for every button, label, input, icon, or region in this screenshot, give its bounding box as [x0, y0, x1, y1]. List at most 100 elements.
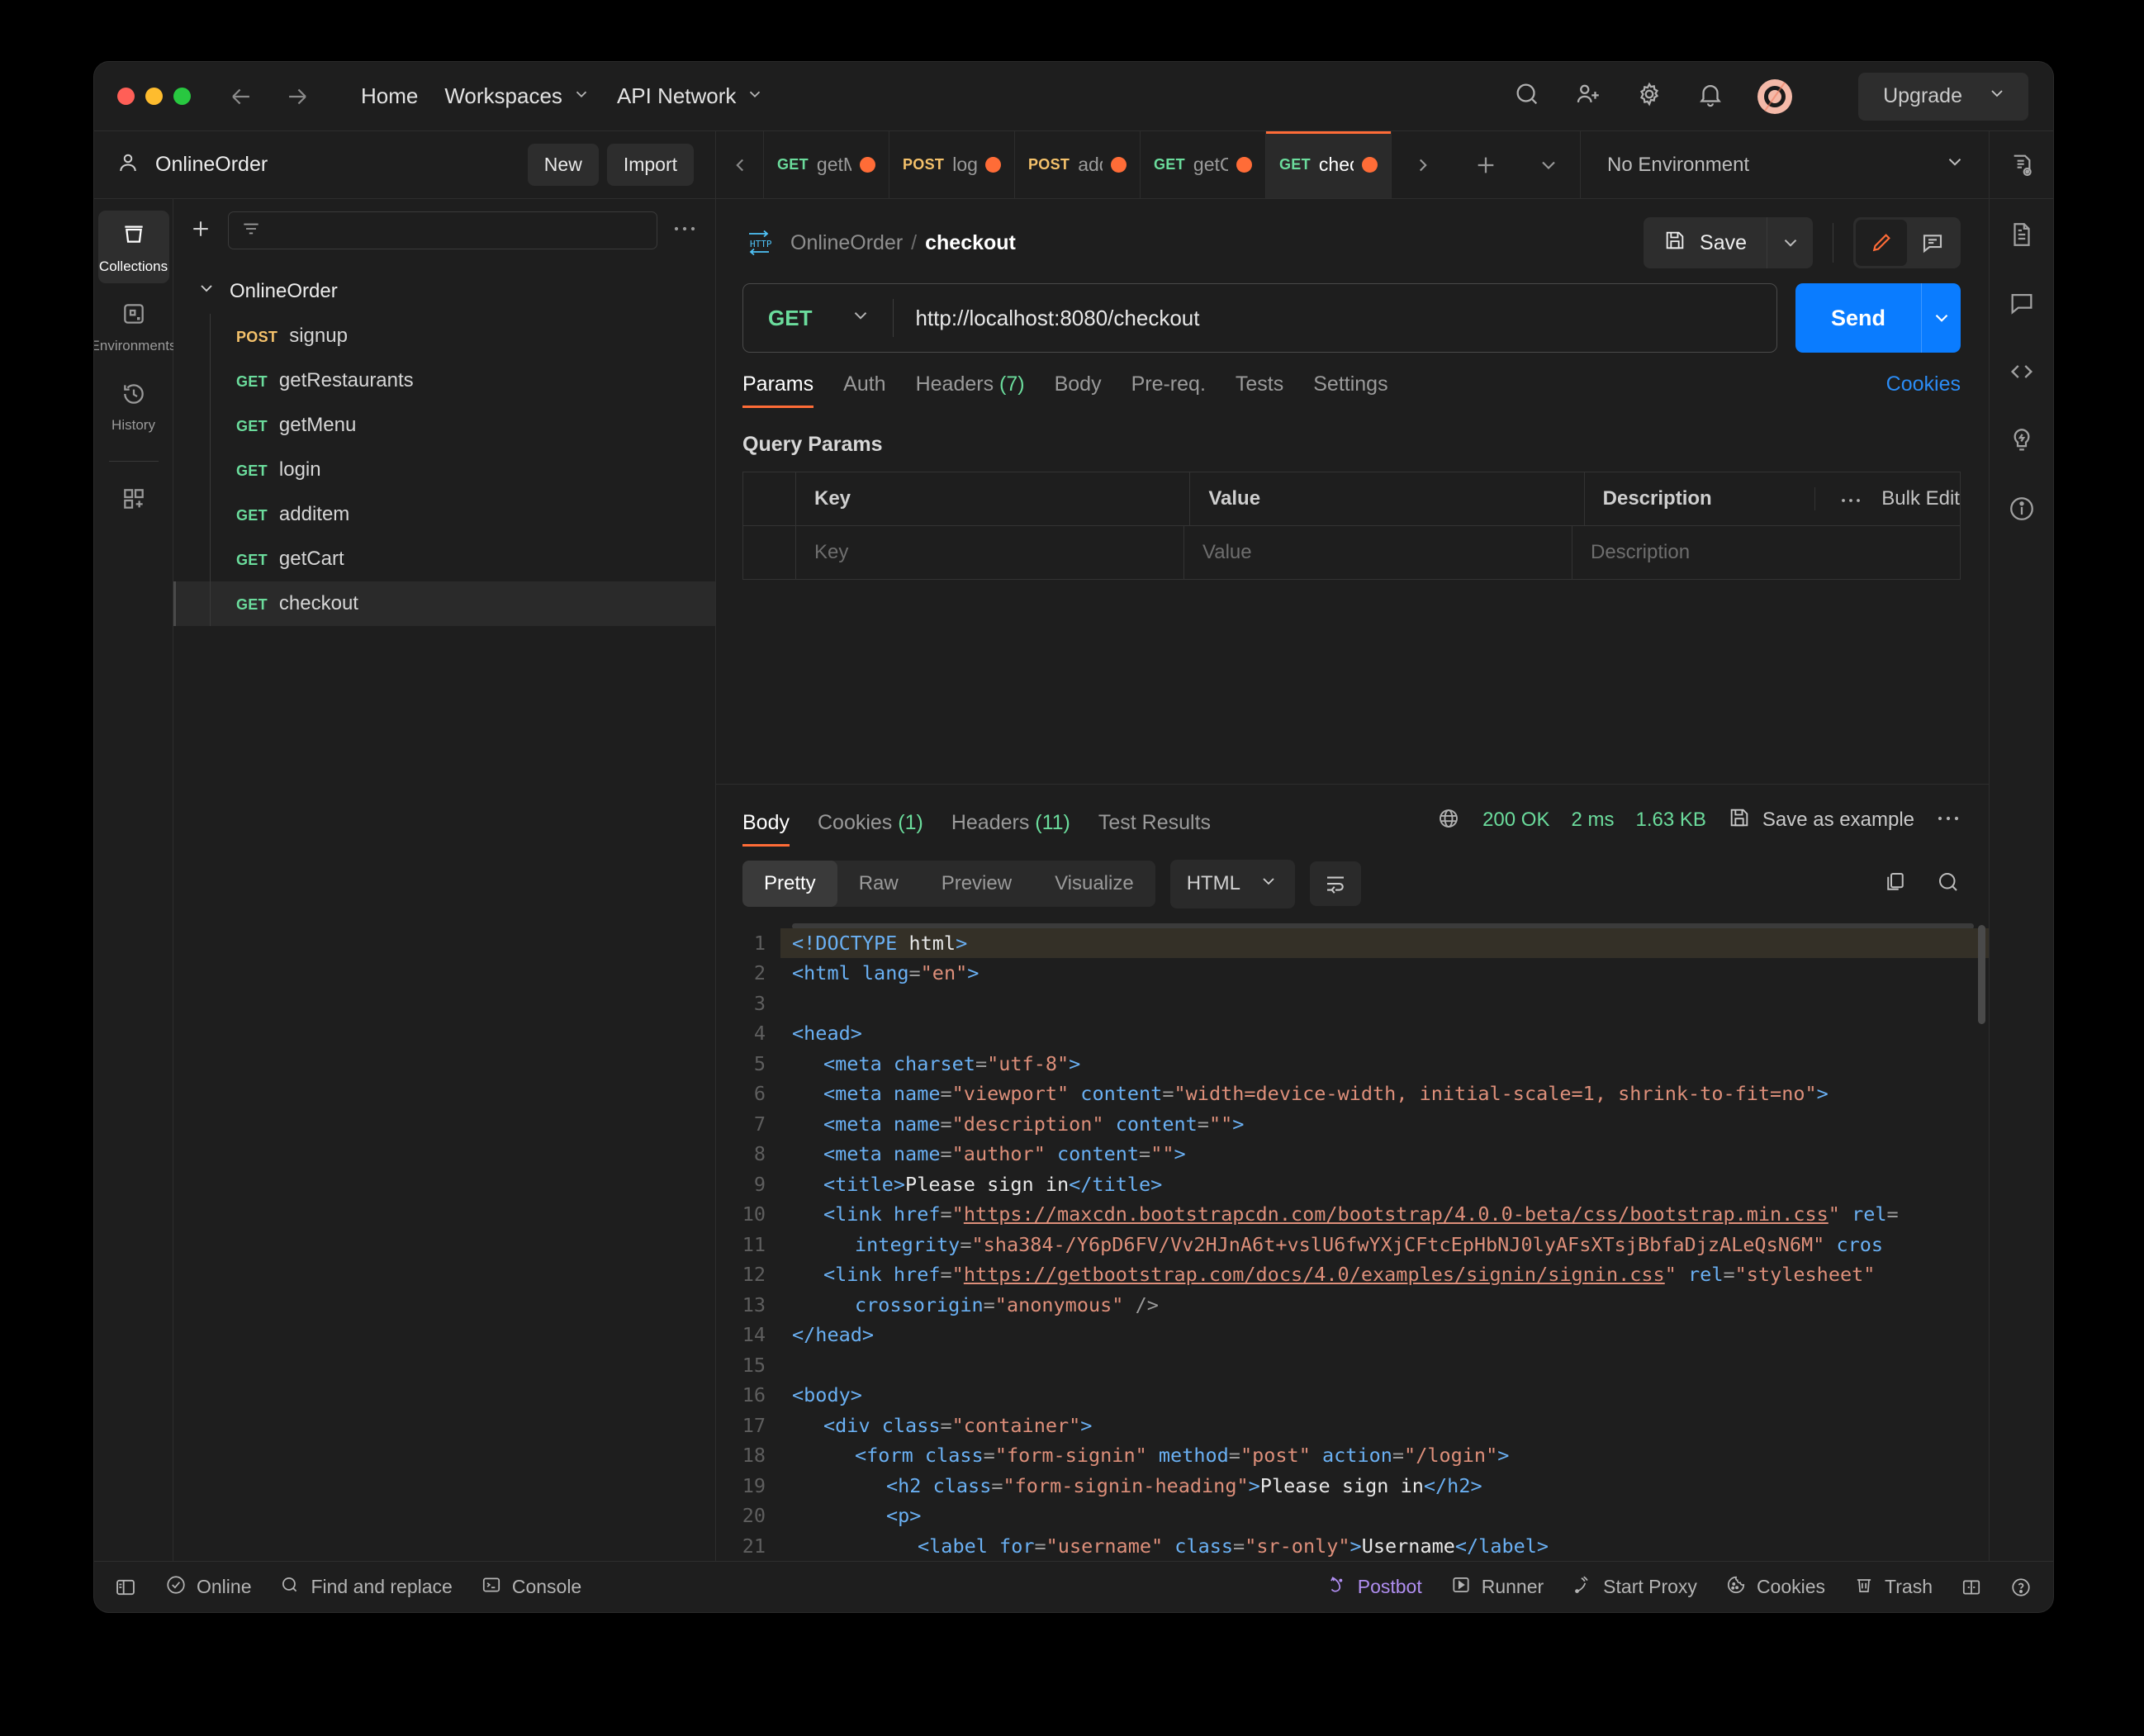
- tab-tests[interactable]: Tests: [1236, 372, 1283, 408]
- tab-headers[interactable]: Headers (7): [916, 372, 1025, 408]
- invite-user-icon[interactable]: [1574, 80, 1602, 112]
- response-tab-headers[interactable]: Headers (11): [951, 811, 1070, 847]
- code-line[interactable]: <link href="https://maxcdn.bootstrapcdn.…: [780, 1199, 1989, 1230]
- send-button[interactable]: Send: [1795, 283, 1921, 353]
- workspaces-menu[interactable]: Workspaces: [431, 75, 604, 117]
- view-visualize-button[interactable]: Visualize: [1033, 861, 1155, 907]
- sidebar-item-collections[interactable]: Collections: [98, 211, 169, 283]
- code-line[interactable]: <!DOCTYPE html>: [780, 928, 1989, 959]
- url-bar[interactable]: GET http://localhost:8080/checkout: [742, 283, 1777, 353]
- runner-button[interactable]: Runner: [1450, 1574, 1544, 1601]
- avatar[interactable]: [1757, 79, 1792, 114]
- sidebar-item-add-module[interactable]: [98, 475, 169, 525]
- minimize-window-button[interactable]: [145, 88, 163, 105]
- table-row[interactable]: Key Value Description: [743, 526, 1960, 580]
- tab-getmenu[interactable]: GET getM: [764, 131, 889, 198]
- copy-icon[interactable]: [1883, 870, 1908, 899]
- plus-icon[interactable]: [188, 216, 213, 245]
- breadcrumb-collection[interactable]: OnlineOrder: [790, 231, 903, 254]
- key-input[interactable]: Key: [796, 526, 1184, 579]
- sidebar-item-history[interactable]: History: [98, 370, 169, 443]
- back-icon[interactable]: [227, 83, 255, 111]
- code-line[interactable]: [780, 1350, 1989, 1381]
- code-line[interactable]: <body>: [780, 1380, 1989, 1411]
- comments-icon[interactable]: [2008, 289, 2036, 321]
- url-input[interactable]: http://localhost:8080/checkout: [894, 306, 1199, 331]
- code-line[interactable]: </head>: [780, 1320, 1989, 1350]
- environment-quick-look-icon[interactable]: [1989, 131, 2053, 198]
- response-tab-body[interactable]: Body: [742, 811, 790, 847]
- environment-selector[interactable]: No Environment: [1581, 131, 1989, 198]
- code-line[interactable]: <label for="username" class="sr-only">Us…: [780, 1531, 1989, 1562]
- tab-params[interactable]: Params: [742, 372, 813, 408]
- tab-getcart[interactable]: GET getC: [1141, 131, 1266, 198]
- tab-list-button[interactable]: [1517, 131, 1580, 198]
- request-getcart[interactable]: GET getCart: [173, 537, 715, 581]
- tab-body[interactable]: Body: [1055, 372, 1102, 408]
- vertical-scrollbar[interactable]: [1978, 925, 1985, 1024]
- code-line[interactable]: <meta charset="utf-8">: [780, 1049, 1989, 1079]
- request-additem[interactable]: GET additem: [173, 492, 715, 537]
- code-line[interactable]: integrity="sha384-/Y6pD6FV/Vv2HJnA6t+vsl…: [780, 1230, 1989, 1260]
- cookies-link[interactable]: Cookies: [1886, 372, 1961, 408]
- save-options-button[interactable]: [1767, 217, 1813, 268]
- code-line[interactable]: <meta name="author" content="">: [780, 1139, 1989, 1169]
- code-snippet-icon[interactable]: [2008, 358, 2036, 390]
- tab-checkout[interactable]: GET chec: [1266, 131, 1392, 198]
- toggle-sidebar-icon[interactable]: [114, 1576, 137, 1599]
- request-signup[interactable]: POST signup: [173, 314, 715, 358]
- cookies-button[interactable]: Cookies: [1725, 1574, 1825, 1601]
- tab-settings[interactable]: Settings: [1313, 372, 1387, 408]
- postbot-button[interactable]: Postbot: [1326, 1574, 1422, 1601]
- forward-icon[interactable]: [283, 83, 311, 111]
- info-circle-icon[interactable]: [2008, 495, 2036, 527]
- description-input[interactable]: Description: [1572, 526, 1960, 579]
- search-input[interactable]: [228, 211, 657, 249]
- code-line[interactable]: <title>Please sign in</title>: [780, 1169, 1989, 1200]
- tab-additem[interactable]: POST add: [1015, 131, 1141, 198]
- code-line[interactable]: <form class="form-signin" method="post" …: [780, 1440, 1989, 1471]
- row-checkbox[interactable]: [743, 526, 796, 579]
- new-tab-button[interactable]: [1454, 131, 1517, 198]
- pencil-icon[interactable]: [1856, 220, 1907, 266]
- send-options-button[interactable]: [1921, 283, 1961, 353]
- documentation-icon[interactable]: [2008, 221, 2036, 253]
- code-line[interactable]: <p>: [780, 1501, 1989, 1531]
- tab-login[interactable]: POST log: [889, 131, 1015, 198]
- comment-icon[interactable]: [1907, 220, 1958, 266]
- code-line[interactable]: <div class="container">: [780, 1411, 1989, 1441]
- view-raw-button[interactable]: Raw: [837, 861, 920, 907]
- code-line[interactable]: <meta name="description" content="">: [780, 1109, 1989, 1140]
- code-line[interactable]: <head>: [780, 1018, 1989, 1049]
- response-tab-cookies[interactable]: Cookies (1): [818, 811, 923, 847]
- code-line[interactable]: crossorigin="anonymous" />: [780, 1290, 1989, 1321]
- response-tab-test-results[interactable]: Test Results: [1098, 811, 1211, 847]
- import-button[interactable]: Import: [607, 144, 694, 186]
- request-getrestaurants[interactable]: GET getRestaurants: [173, 358, 715, 403]
- code-line[interactable]: [780, 989, 1989, 1019]
- save-button[interactable]: Save: [1644, 217, 1767, 268]
- code-line[interactable]: <h2 class="form-signin-heading">Please s…: [780, 1471, 1989, 1501]
- find-and-replace-button[interactable]: Find and replace: [279, 1574, 452, 1601]
- tabs-scroll-left-button[interactable]: [716, 131, 764, 198]
- help-circle-icon[interactable]: [2010, 1577, 2032, 1598]
- start-proxy-button[interactable]: Start Proxy: [1572, 1574, 1697, 1601]
- code-content[interactable]: <!DOCTYPE html><html lang="en"> <head><m…: [780, 918, 1989, 1562]
- request-checkout[interactable]: GET checkout: [173, 581, 715, 626]
- bell-icon[interactable]: [1696, 80, 1724, 112]
- status-online[interactable]: Online: [165, 1574, 251, 1601]
- method-selector[interactable]: GET: [743, 305, 893, 332]
- info-lightbulb-icon[interactable]: [2008, 426, 2036, 458]
- sidebar-item-environments[interactable]: Environments: [98, 290, 169, 363]
- bulk-edit-button[interactable]: Bulk Edit: [1881, 487, 1960, 510]
- console-button[interactable]: Console: [481, 1574, 581, 1601]
- search-icon[interactable]: [1513, 80, 1541, 112]
- tabs-scroll-right-button[interactable]: [1392, 131, 1454, 198]
- view-pretty-button[interactable]: Pretty: [742, 861, 837, 907]
- gear-icon[interactable]: [1635, 80, 1663, 112]
- close-window-button[interactable]: [117, 88, 135, 105]
- value-input[interactable]: Value: [1184, 526, 1572, 579]
- save-as-example-button[interactable]: Save as example: [1728, 806, 1914, 835]
- code-line[interactable]: <html lang="en">: [780, 958, 1989, 989]
- trash-button[interactable]: Trash: [1853, 1574, 1933, 1601]
